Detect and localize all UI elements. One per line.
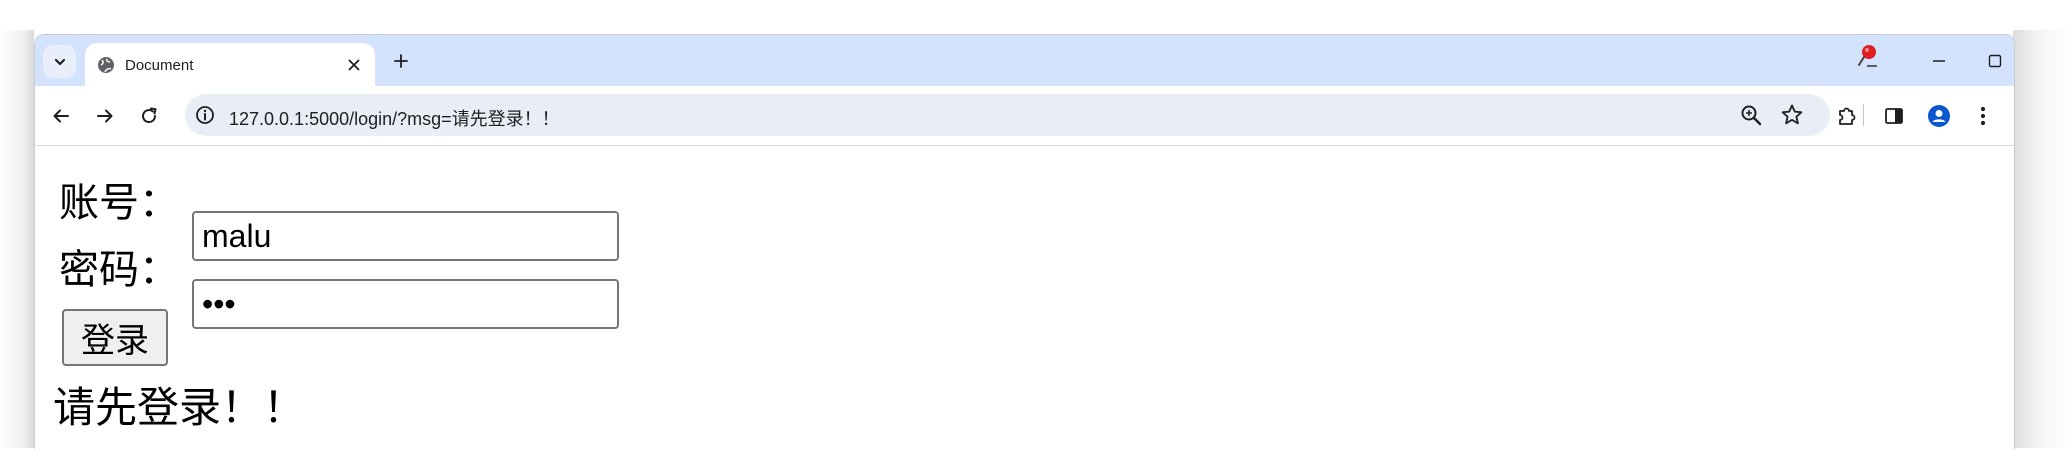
avatar-icon — [1928, 105, 1950, 127]
new-tab-button[interactable] — [389, 49, 413, 73]
more-vert-icon — [1980, 106, 1986, 126]
account-input[interactable]: malu — [192, 211, 619, 261]
address-bar[interactable]: 127.0.0.1:5000/login/?msg=请先登录！！ — [185, 94, 1830, 136]
reload-button[interactable] — [133, 100, 165, 132]
extensions-button[interactable] — [1831, 100, 1863, 132]
address-url[interactable]: 127.0.0.1:5000/login/?msg=请先登录！！ — [229, 105, 560, 131]
window-shadow-left — [0, 30, 34, 448]
toolbar-divider — [1863, 104, 1864, 126]
menu-button[interactable] — [1967, 100, 1999, 132]
tab-search-button[interactable] — [43, 45, 76, 78]
profile-button[interactable] — [1923, 100, 1955, 132]
plus-icon — [394, 54, 408, 68]
tab-close-button[interactable] — [345, 56, 363, 74]
reload-icon — [142, 107, 157, 124]
maximize-icon — [1988, 54, 2002, 68]
tab-title: Document — [125, 57, 194, 74]
password-input[interactable]: ••• — [192, 279, 619, 329]
arrow-left-icon — [53, 109, 69, 123]
page-content: 账号： malu 密码： ••• 登录 请先登录！！ — [35, 146, 2014, 449]
password-label: 密码： — [59, 247, 179, 293]
minimize-icon — [1933, 60, 1945, 62]
site-info-icon[interactable] — [195, 105, 215, 125]
maximize-button[interactable] — [1967, 43, 2014, 79]
account-label: 账号： — [59, 180, 179, 226]
navigation-toolbar: 127.0.0.1:5000/login/?msg=请先登录！！ — [35, 86, 2014, 146]
bookmark-star-icon[interactable] — [1780, 103, 1804, 127]
puzzle-icon — [1839, 107, 1856, 125]
login-button[interactable]: 登录 — [62, 309, 168, 366]
close-icon — [348, 59, 360, 71]
arrow-right-icon — [97, 109, 113, 123]
side-panel-icon — [1885, 108, 1903, 124]
window-shadow-right — [2013, 30, 2071, 448]
side-panel-button[interactable] — [1878, 100, 1910, 132]
browser-window: Document 127.0.0.1:5000/login/?msg=请先登录！… — [34, 34, 2015, 449]
minimize-button[interactable] — [1911, 43, 1967, 79]
forward-button[interactable] — [89, 100, 121, 132]
pushpin-icon[interactable] — [1853, 41, 1883, 71]
error-message: 请先登录！！ — [53, 383, 306, 432]
globe-icon — [98, 57, 114, 73]
zoom-icon[interactable] — [1740, 104, 1762, 126]
tab-document[interactable]: Document — [85, 43, 375, 86]
chevron-down-icon — [54, 58, 65, 65]
back-button[interactable] — [45, 100, 77, 132]
tab-strip: Document — [35, 35, 2014, 86]
